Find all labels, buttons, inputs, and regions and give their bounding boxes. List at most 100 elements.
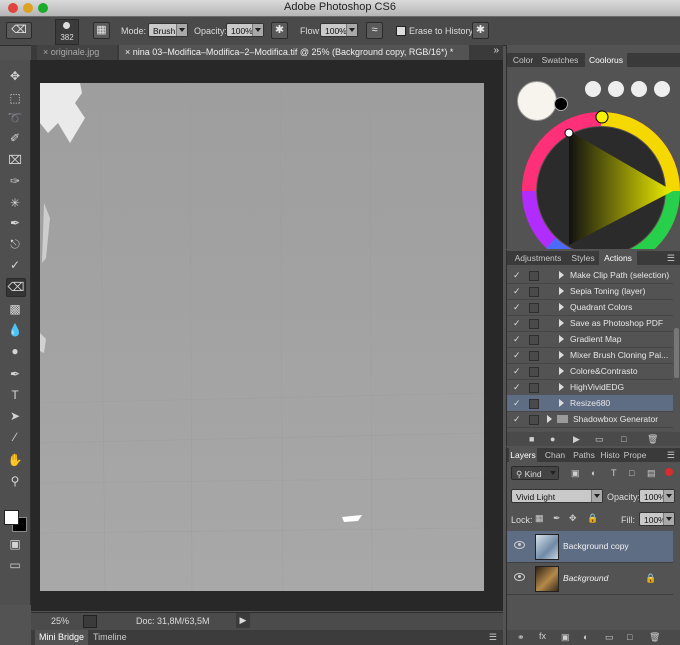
tab-swatches[interactable]: Swatches [539, 53, 581, 67]
tab-layers[interactable]: Layers [509, 448, 537, 462]
path-selection-tool-icon[interactable]: ➤ [6, 408, 24, 425]
close-tab-icon[interactable]: × [43, 47, 48, 57]
lock-position-icon[interactable]: ✥ [569, 513, 577, 524]
layer-style-icon[interactable]: fx [539, 631, 546, 641]
filter-toggle-icon[interactable] [665, 468, 673, 476]
tab-paths[interactable]: Paths [571, 448, 597, 462]
erase-to-history-checkbox[interactable] [396, 26, 406, 36]
tab-history[interactable]: Histo [598, 448, 622, 462]
panel-menu-icon[interactable]: ☰ [667, 253, 675, 264]
tab-coolorus[interactable]: Coolorus [585, 53, 627, 67]
opacity-input[interactable]: 100% [226, 23, 264, 37]
zoom-level[interactable]: 25% [51, 616, 69, 626]
quick-selection-tool-icon[interactable]: ✐ [6, 130, 24, 147]
panel-menu-icon[interactable]: ☰ [667, 450, 675, 461]
tab-adjustments[interactable]: Adjustments [509, 251, 567, 265]
tab-mini-bridge[interactable]: Mini Bridge [35, 630, 89, 645]
adjustment-layer-icon[interactable]: ◐ [583, 632, 588, 642]
tabs-overflow-icon[interactable]: » [493, 45, 499, 56]
tab-originale[interactable]: × originale.jpg [37, 45, 117, 60]
harmony-mode-icon[interactable] [608, 81, 624, 97]
crop-tool-icon[interactable]: ⌧ [6, 152, 24, 169]
new-action-icon[interactable]: □ [621, 434, 626, 444]
color-wheel[interactable] [521, 105, 680, 249]
action-item[interactable]: ✓ Colore&Contrasto [507, 363, 673, 380]
action-item[interactable]: ✓ Quadrant Colors [507, 299, 673, 316]
filter-adjustment-icon[interactable]: ◐ [591, 468, 596, 478]
tetrad-mode-icon[interactable] [654, 81, 670, 97]
layer-row[interactable]: Background 🔒 [507, 563, 673, 595]
brush-tool-icon[interactable]: ✒ [6, 215, 24, 232]
visibility-eye-icon[interactable] [514, 573, 525, 581]
color-wheel-mode-icon[interactable] [585, 81, 601, 97]
status-menu-arrow-icon[interactable]: ▶ [236, 613, 250, 628]
lasso-tool-icon[interactable]: ➰ [6, 110, 24, 127]
tab-channels[interactable]: Chan [540, 448, 570, 462]
eraser-tool-icon[interactable]: ⌫ [6, 278, 26, 297]
brush-preset-picker[interactable]: 382 [55, 19, 79, 45]
move-tool-icon[interactable]: ✥ [6, 68, 24, 85]
delete-icon[interactable]: 🗑 [647, 434, 658, 445]
filter-pixel-icon[interactable]: ▣ [571, 468, 580, 479]
flow-input[interactable]: 100% [320, 23, 358, 37]
tab-active-document[interactable]: × nina 03–Modifica–Modifica–2–Modifica.t… [119, 45, 469, 60]
fill-input[interactable]: 100% [639, 512, 675, 526]
history-brush-tool-icon[interactable]: ✓ [6, 257, 24, 274]
status-info-icon[interactable] [83, 615, 97, 628]
tab-properties[interactable]: Prope [623, 448, 647, 462]
marquee-tool-icon[interactable]: ⬚ [6, 90, 24, 107]
zoom-tool-icon[interactable]: ⚲ [6, 473, 24, 490]
tab-timeline[interactable]: Timeline [93, 630, 127, 645]
triad-mode-icon[interactable] [631, 81, 647, 97]
quick-mask-icon[interactable]: ▣ [6, 536, 24, 553]
filter-type-icon[interactable]: T [611, 468, 617, 478]
gradient-tool-icon[interactable]: ▩ [6, 301, 24, 318]
layer-opacity-input[interactable]: 100% [639, 489, 675, 503]
action-item[interactable]: ✓ Make Clip Path (selection) [507, 267, 673, 284]
filter-smart-object-icon[interactable]: ▤ [647, 468, 656, 479]
spot-healing-tool-icon[interactable]: ✳ [6, 195, 24, 212]
dodge-tool-icon[interactable]: ● [6, 343, 24, 360]
eyedropper-tool-icon[interactable]: ✑ [6, 173, 24, 190]
lock-image-icon[interactable]: ✒ [553, 513, 561, 524]
brush-panel-toggle-icon[interactable]: ▦ [93, 22, 110, 39]
panel-menu-icon[interactable]: ☰ [489, 632, 497, 643]
tab-actions[interactable]: Actions [599, 251, 637, 265]
record-icon[interactable]: ● [550, 434, 555, 444]
new-group-icon[interactable]: ▭ [605, 632, 614, 643]
layer-row-selected[interactable]: Background copy [507, 531, 673, 563]
airbrush-icon[interactable]: ≈ [366, 22, 383, 39]
action-set-item[interactable]: ✓ Shadowbox Generator [507, 411, 673, 428]
close-tab-icon[interactable]: × [125, 47, 130, 57]
tab-color[interactable]: Color [509, 53, 537, 67]
pressure-opacity-icon[interactable]: ✱ [271, 22, 288, 39]
line-tool-icon[interactable]: ∕ [6, 429, 24, 446]
play-icon[interactable]: ▶ [573, 434, 580, 445]
eraser-tool-preset-icon[interactable]: ⌫ [6, 22, 32, 39]
screen-mode-icon[interactable]: ▭ [6, 557, 24, 574]
lock-all-icon[interactable]: 🔒 [587, 513, 598, 524]
action-item[interactable]: ✓ HighVividEDG [507, 379, 673, 396]
pressure-size-icon[interactable]: ✱ [472, 22, 489, 39]
action-item[interactable]: ✓ Mixer Brush Cloning Pai... [507, 347, 673, 364]
stop-icon[interactable]: ■ [529, 434, 534, 444]
pen-tool-icon[interactable]: ✒ [6, 366, 24, 383]
type-tool-icon[interactable]: T [6, 387, 24, 404]
layer-mask-icon[interactable]: ▣ [561, 632, 570, 643]
mode-select[interactable]: Brush [148, 23, 188, 37]
document-canvas[interactable] [40, 83, 484, 591]
action-item[interactable]: ✓ Gradient Map [507, 331, 673, 348]
action-item-selected[interactable]: ✓ Resize680 [507, 395, 673, 412]
action-item[interactable]: ✓ Sepia Toning (layer) [507, 283, 673, 300]
new-set-icon[interactable]: ▭ [595, 434, 604, 445]
filter-kind-select[interactable]: ⚲ Kind [511, 466, 559, 480]
actions-scrollbar[interactable] [674, 328, 679, 378]
tab-styles[interactable]: Styles [569, 251, 597, 265]
action-item[interactable]: ✓ Save as Photoshop PDF [507, 315, 673, 332]
delete-layer-icon[interactable]: 🗑 [649, 632, 660, 643]
blend-mode-select[interactable]: Vivid Light [511, 489, 603, 503]
hand-tool-icon[interactable]: ✋ [6, 452, 24, 469]
filter-shape-icon[interactable]: □ [629, 468, 634, 478]
link-layers-icon[interactable]: ⚭ [517, 632, 525, 643]
clone-stamp-tool-icon[interactable]: ⎋ [6, 236, 24, 253]
